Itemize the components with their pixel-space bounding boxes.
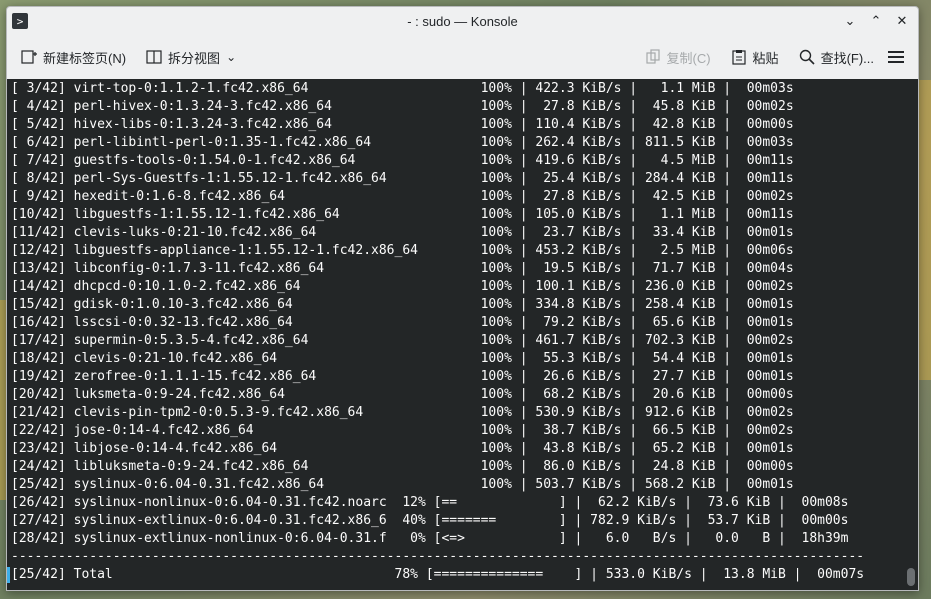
split-view-button[interactable]: 拆分视图 ⌄ [140, 44, 242, 71]
scrollbar[interactable] [907, 568, 915, 586]
terminal-line: [28/42] syslinux-extlinux-nonlinux-0:6.0… [11, 531, 849, 546]
title-bar[interactable]: > - : sudo — Konsole ⌄ ⌃ ✕ [7, 7, 918, 35]
minimize-button[interactable]: ⌄ [840, 11, 860, 31]
paste-button[interactable]: 粘贴 [725, 44, 785, 71]
find-button[interactable]: 查找(F)... [793, 44, 880, 71]
terminal-line: [13/42] libconfig-0:1.7.3-11.fc42.x86_64… [11, 261, 794, 276]
terminal-line: [19/42] zerofree-0:1.1.1-15.fc42.x86_64 … [11, 369, 794, 384]
new-tab-label: 新建标签页(N) [43, 50, 127, 66]
konsole-window: > - : sudo — Konsole ⌄ ⌃ ✕ 新建标签页(N) 拆分视图… [6, 6, 919, 591]
terminal-line: [ 8/42] perl-Sys-Guestfs-1:1.55.12-1.fc4… [11, 171, 794, 186]
terminal-line: [12/42] libguestfs-appliance-1:1.55.12-1… [11, 243, 794, 258]
terminal-line: ----------------------------------------… [11, 549, 865, 564]
close-icon: ✕ [896, 13, 908, 29]
close-button[interactable]: ✕ [892, 11, 912, 31]
find-label: 查找(F)... [820, 50, 874, 66]
terminal-line: [ 7/42] guestfs-tools-0:1.54.0-1.fc42.x8… [11, 153, 794, 168]
chevron-up-icon: ⌃ [870, 13, 882, 29]
text-cursor [7, 567, 10, 583]
terminal-line: [10/42] libguestfs-1:1.55.12-1.fc42.x86_… [11, 207, 794, 222]
terminal-app-icon[interactable]: > [12, 13, 28, 29]
terminal-line: [17/42] supermin-0:5.3.5-4.fc42.x86_64 1… [11, 333, 794, 348]
terminal-line: [27/42] syslinux-extlinux-0:6.04-0.31.fc… [11, 513, 849, 528]
map-road [919, 80, 931, 380]
copy-icon [645, 49, 660, 64]
terminal-line: [ 4/42] perl-hivex-0:1.3.24-3.fc42.x86_6… [11, 99, 794, 114]
split-view-icon [146, 50, 162, 64]
new-tab-icon [21, 50, 37, 64]
terminal-line: [24/42] libluksmeta-0:9-24.fc42.x86_64 1… [11, 459, 794, 474]
copy-button[interactable]: 复制(C) [639, 44, 717, 71]
maximize-button[interactable]: ⌃ [866, 11, 886, 31]
chevron-down-icon: ⌄ [226, 50, 237, 64]
terminal-line: [ 5/42] hivex-libs-0:1.3.24-3.fc42.x86_6… [11, 117, 794, 132]
split-view-label: 拆分视图 [168, 50, 221, 66]
terminal-line: [25/42] Total 78% [============== ] | 53… [11, 567, 865, 582]
hamburger-menu-icon[interactable] [888, 51, 904, 63]
terminal-view[interactable]: [ 3/42] virt-top-0:1.1.2-1.fc42.x86_64 1… [7, 79, 918, 590]
terminal-line: [15/42] gdisk-0:1.0.10-3.fc42.x86_64 100… [11, 297, 794, 312]
search-icon [799, 49, 815, 65]
terminal-line: [23/42] libjose-0:14-4.fc42.x86_64 100% … [11, 441, 794, 456]
copy-label: 复制(C) [666, 50, 711, 66]
window-controls: ⌄ ⌃ ✕ [840, 11, 912, 31]
window-title: - : sudo — Konsole [407, 13, 518, 29]
terminal-line: [22/42] jose-0:14-4.fc42.x86_64 100% | 3… [11, 423, 794, 438]
terminal-line: [ 3/42] virt-top-0:1.1.2-1.fc42.x86_64 1… [11, 81, 794, 96]
terminal-line: [26/42] syslinux-nonlinux-0:6.04-0.31.fc… [11, 495, 849, 510]
terminal-line: [20/42] luksmeta-0:9-24.fc42.x86_64 100%… [11, 387, 794, 402]
new-tab-button[interactable]: 新建标签页(N) [15, 44, 132, 71]
terminal-line: [14/42] dhcpcd-0:10.1.0-2.fc42.x86_64 10… [11, 279, 794, 294]
chevron-down-icon: ⌄ [844, 13, 856, 29]
terminal-line: [25/42] syslinux-0:6.04-0.31.fc42.x86_64… [11, 477, 794, 492]
terminal-line: [21/42] clevis-pin-tpm2-0:0.5.3-9.fc42.x… [11, 405, 794, 420]
terminal-line: [ 9/42] hexedit-0:1.6-8.fc42.x86_64 100%… [11, 189, 794, 204]
terminal-line: [18/42] clevis-0:21-10.fc42.x86_64 100% … [11, 351, 794, 366]
terminal-line: [11/42] clevis-luks-0:21-10.fc42.x86_64 … [11, 225, 794, 240]
toolbar: 新建标签页(N) 拆分视图 ⌄ 复制(C) 粘贴 查找(F)... [7, 35, 918, 79]
paste-icon [731, 50, 746, 65]
terminal-line: [16/42] lsscsi-0:0.32-13.fc42.x86_64 100… [11, 315, 794, 330]
terminal-line: [ 6/42] perl-libintl-perl-0:1.35-1.fc42.… [11, 135, 794, 150]
paste-label: 粘贴 [752, 50, 779, 66]
